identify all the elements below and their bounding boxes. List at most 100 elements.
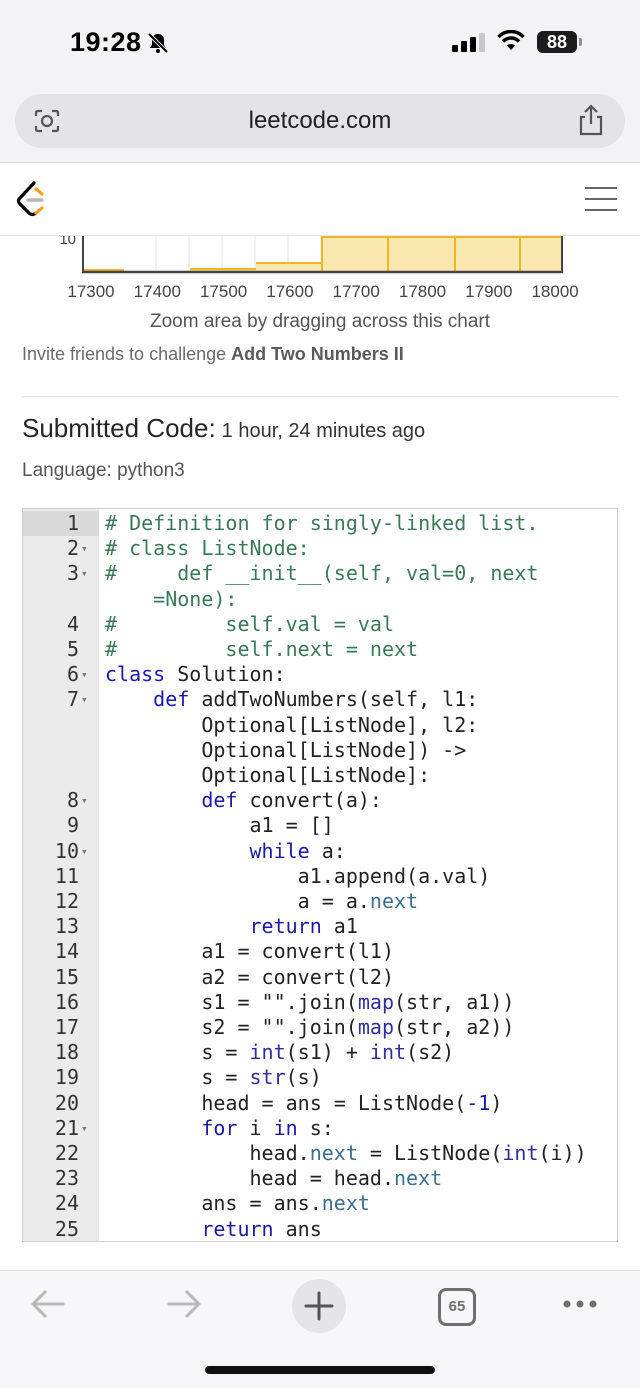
code-line[interactable]: 3 ▾ # def __init__(self, val=0, next <box>23 561 617 586</box>
fold-arrow-icon[interactable]: ▾ <box>81 788 95 813</box>
url-text[interactable]: leetcode.com <box>15 107 625 135</box>
code-text: a2 = convert(l2) <box>105 964 394 989</box>
line-number: 4 <box>66 611 79 636</box>
line-number: 1 <box>66 511 79 535</box>
submitted-label: Submitted Code: <box>22 413 216 443</box>
code-line[interactable]: Optional[ListNode]: <box>23 763 617 788</box>
code-line[interactable]: 1 # Definition for singly-linked list. <box>23 511 617 536</box>
fold-arrow-icon[interactable]: ▾ <box>81 662 95 687</box>
chart-plot[interactable]: 10 <box>0 236 640 280</box>
code-line[interactable]: 8 ▾ def convert(a): <box>23 788 617 813</box>
wifi-icon <box>497 30 525 50</box>
code-line[interactable]: 23 head = head.next <box>23 1166 617 1191</box>
submitted-code-heading: Submitted Code: 1 hour, 24 minutes ago <box>22 413 425 444</box>
code-line[interactable]: 24 ans = ans.next <box>23 1191 617 1216</box>
code-line[interactable]: 16 s1 = "".join(map(str, a1)) <box>23 990 617 1015</box>
code-line[interactable]: 18 s = int(s1) + int(s2) <box>23 1040 617 1065</box>
line-number: 13 <box>54 914 79 939</box>
code-text: a1 = [] <box>105 813 334 838</box>
code-line[interactable]: 2 ▾ # class ListNode: <box>23 536 617 561</box>
code-line[interactable]: 19 s = str(s) <box>23 1065 617 1090</box>
tabs-button[interactable]: 65 <box>438 1288 476 1326</box>
code-text: # self.val = val <box>105 611 394 636</box>
line-number: 14 <box>54 939 79 964</box>
x-tick-label: 17600 <box>266 282 314 301</box>
code-text: # class ListNode: <box>105 536 310 561</box>
code-text: head.next = ListNode(int(i)) <box>105 1141 587 1165</box>
x-tick-label: 18000 <box>531 282 579 301</box>
code-text: =None): <box>105 586 238 611</box>
code-line[interactable]: 4 # self.val = val <box>23 612 617 637</box>
code-line[interactable]: 21 ▾ for i in s: <box>23 1116 617 1141</box>
x-tick-label: 17400 <box>133 282 181 301</box>
code-line[interactable]: 10 ▾ while a: <box>23 839 617 864</box>
code-editor[interactable]: 1 # Definition for singly-linked list. 2 ▾ #… <box>22 508 618 1242</box>
back-arrow-icon[interactable] <box>30 1289 66 1319</box>
code-line[interactable]: Optional[ListNode], l2: <box>23 713 617 738</box>
code-line[interactable]: 12 a = a.next <box>23 889 617 914</box>
code-line[interactable]: 9 a1 = [] <box>23 813 617 838</box>
code-text: # self.next = next <box>105 637 419 661</box>
code-line[interactable]: 6 ▾ class Solution: <box>23 662 617 687</box>
leetcode-logo[interactable] <box>14 179 50 219</box>
line-number: 21 <box>54 1115 79 1140</box>
histogram-bar <box>520 236 561 272</box>
browser-toolbar: 65 <box>0 1270 640 1388</box>
runtime-distribution-chart[interactable]: 10 17300 17400 17500 17600 17700 17800 17900 18… <box>0 236 640 306</box>
line-number: 8 <box>66 788 79 813</box>
code-line[interactable]: 13 return a1 <box>23 914 617 939</box>
forward-arrow-icon[interactable] <box>166 1289 202 1319</box>
code-line[interactable]: 17 s2 = "".join(map(str, a2)) <box>23 1015 617 1040</box>
new-tab-button[interactable] <box>292 1279 346 1333</box>
status-bar: 19:28 88 <box>0 0 640 86</box>
invite-prefix: Invite friends to challenge <box>22 344 232 364</box>
line-number: 22 <box>54 1141 79 1165</box>
fold-arrow-icon[interactable]: ▾ <box>81 1116 95 1141</box>
line-number: 9 <box>66 813 79 838</box>
more-icon[interactable] <box>562 1299 598 1309</box>
divider <box>22 396 618 397</box>
home-indicator <box>205 1366 435 1374</box>
code-text: for i in s: <box>201 1115 334 1140</box>
code-line[interactable]: Optional[ListNode]) -> <box>23 738 617 763</box>
code-text: s1 = "".join(map(str, a1)) <box>105 989 515 1014</box>
hamburger-menu-icon[interactable] <box>585 185 617 213</box>
share-icon[interactable] <box>576 103 606 137</box>
code-text: a1 = convert(l1) <box>105 939 394 964</box>
code-text: return a1 <box>249 914 358 939</box>
url-field[interactable]: leetcode.com <box>15 94 625 148</box>
code-line[interactable]: 15 a2 = convert(l2) <box>23 965 617 990</box>
code-text: ans = ans.next <box>105 1191 370 1216</box>
code-line[interactable]: 14 a1 = convert(l1) <box>23 939 617 964</box>
x-tick-label: 17900 <box>465 282 513 301</box>
line-number: 19 <box>54 1065 79 1090</box>
code-line[interactable]: 20 head = ans = ListNode(-1) <box>23 1091 617 1116</box>
code-text: head = ans = ListNode(-1) <box>105 1090 503 1115</box>
fold-arrow-icon[interactable]: ▾ <box>81 561 95 586</box>
problem-name-link[interactable]: Add Two Numbers II <box>231 344 404 364</box>
code-text: s2 = "".join(map(str, a2)) <box>105 1015 515 1039</box>
line-number: 23 <box>54 1166 79 1191</box>
code-text: head = head.next <box>105 1166 443 1191</box>
zoom-hint-text: Zoom area by dragging across this chart <box>149 311 491 332</box>
code-text: while a: <box>249 838 346 863</box>
code-line[interactable]: 22 head.next = ListNode(int(i)) <box>23 1141 617 1166</box>
fold-arrow-icon[interactable]: ▾ <box>81 839 95 864</box>
code-line[interactable]: 7 ▾ def addTwoNumbers(self, l1: <box>23 687 617 712</box>
y-tick-label: 10 <box>59 236 76 248</box>
code-line[interactable]: 25 return ans <box>23 1216 617 1241</box>
code-line[interactable]: 11 a1.append(a.val) <box>23 864 617 889</box>
fold-arrow-icon[interactable]: ▾ <box>81 687 95 712</box>
code-text: def addTwoNumbers(self, l1: <box>153 687 479 712</box>
code-text: Optional[ListNode], l2: <box>105 712 479 737</box>
line-number: 16 <box>54 989 79 1014</box>
line-number: 17 <box>54 1015 79 1039</box>
code-line[interactable]: =None): <box>23 587 617 612</box>
code-text: return ans <box>201 1216 322 1241</box>
code-text: s = str(s) <box>105 1065 322 1090</box>
fold-arrow-icon[interactable]: ▾ <box>81 536 95 561</box>
code-line[interactable]: 5 # self.next = next <box>23 637 617 662</box>
language-label: Language: python3 <box>22 460 185 481</box>
code-text: a1.append(a.val) <box>105 863 491 888</box>
line-number: 10 <box>54 838 79 863</box>
